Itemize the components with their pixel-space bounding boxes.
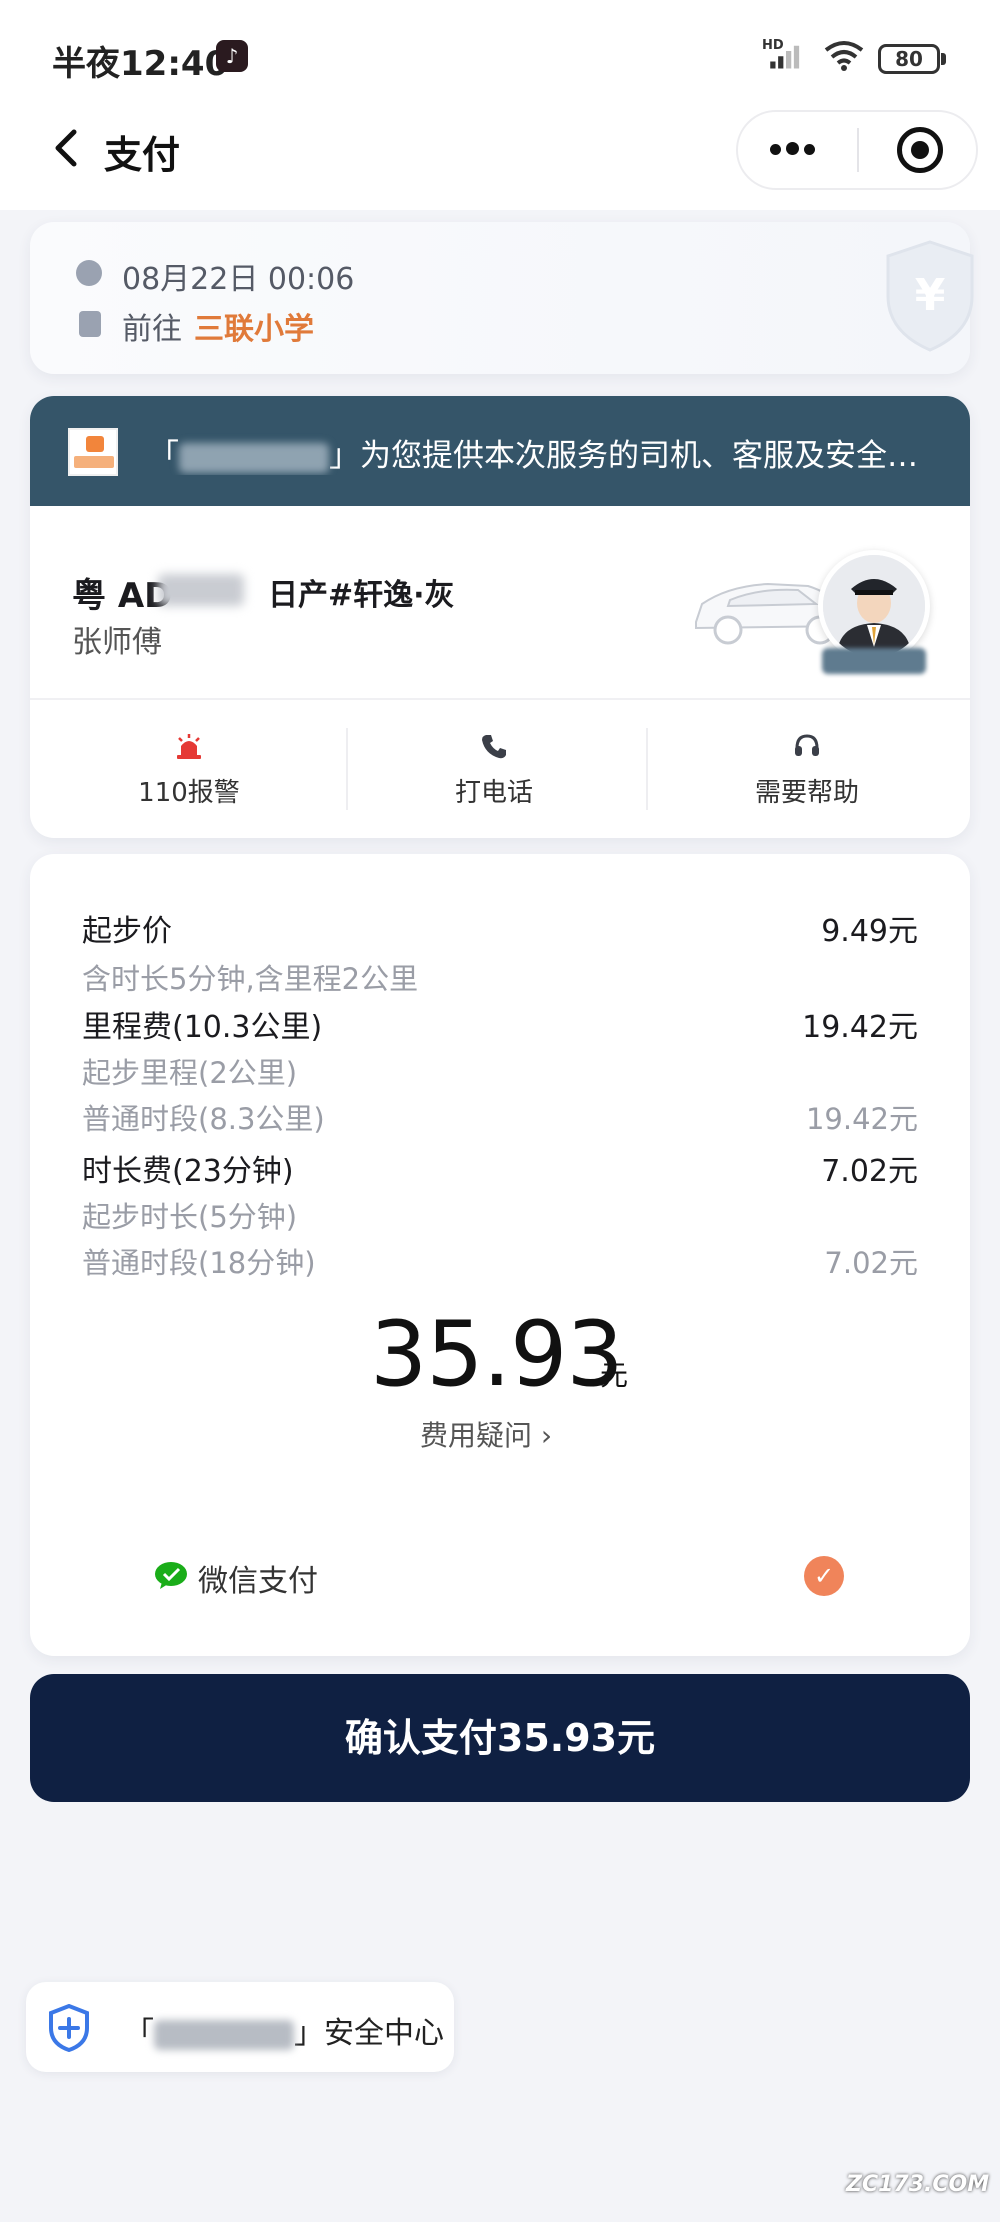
fee-item-label: 起步时长(5分钟) [82,1200,298,1234]
svg-text:¥: ¥ [915,270,946,321]
driver-avatar[interactable] [818,550,930,662]
alarm-button[interactable]: 110报警 [39,772,339,809]
provider-logo [68,428,118,476]
fee-item-label: 含时长5分钟,含里程2公里 [82,962,419,996]
safety-center-text: 」安全中心 [294,2016,444,2051]
blurred-provider-name [179,442,329,473]
fee-item-label: 起步价 [82,914,172,949]
call-button[interactable]: 打电话 [344,772,644,809]
fee-item-label: 里程费(10.3公里) [82,1010,323,1045]
fee-item-value: 7.02元 [821,1154,918,1189]
driver-name: 张师傅 [72,625,162,660]
payment-method-label[interactable]: 微信支付 [198,1556,318,1600]
status-time: 半夜12:40 [52,44,229,84]
blurred-plate-number [158,574,244,606]
trip-destination-label: 前往 [122,312,182,347]
back-icon[interactable] [50,128,84,168]
trip-time: 08月22日 00:06 [122,262,355,297]
fee-item-label: 普通时段(8.3公里) [82,1102,325,1136]
page-title: 支付 [104,133,181,177]
action-divider [646,728,648,810]
fee-item-value: 7.02元 [824,1246,918,1280]
more-icon[interactable] [770,140,822,160]
payment-selected-checkbox[interactable]: ✓ [804,1556,844,1596]
fee-question-link[interactable]: 费用疑问 › [420,1414,552,1454]
fee-item-value: 19.42元 [802,1010,918,1045]
confirm-pay-button[interactable]: 确认支付35.93元 [30,1674,970,1802]
shield-plus-icon [49,2004,89,2052]
wifi-icon [824,41,864,71]
help-button[interactable]: 需要帮助 [657,772,957,809]
blurred-provider-name [154,2019,294,2050]
alarm-icon[interactable] [175,732,203,760]
tiktok-icon: ♪ [216,40,248,72]
watermark: ZC173.COM [846,2172,990,2197]
fee-item-value: 19.42元 [805,1102,918,1136]
banner-description: 」为您提供本次服务的司机、客服及安全… [329,438,918,474]
total-unit: 元 [600,1359,629,1392]
fee-item-value: 9.49元 [821,914,918,949]
wechat-pay-icon [155,1562,187,1589]
destination-icon [79,311,101,337]
total-amount: 35.93 [370,1302,624,1407]
fee-item-label: 起步里程(2公里) [82,1056,298,1090]
capsule-divider [857,128,859,172]
safety-bracket-open: 「 [124,2016,154,2051]
battery-tip [941,53,946,65]
trip-destination[interactable]: 三联小学 [194,304,314,348]
battery-icon: 80 [878,44,940,74]
close-miniprogram-dot [911,141,929,159]
yuan-shield-icon: ¥ [886,240,974,352]
phone-icon[interactable] [480,732,508,760]
card-divider [30,698,970,700]
blurred-driver-tag [822,648,926,674]
signal-icon [770,45,800,69]
clock-icon [76,260,102,286]
headset-icon[interactable] [793,732,821,760]
banner-bracket-open: 「 [148,438,179,474]
driver-avatar-illustration [823,555,925,657]
car-model: 日产#轩逸·灰 [268,578,455,613]
safety-center-label: 「 」安全中心 [124,2008,444,2052]
trip-info-card [30,222,970,374]
fee-item-label: 时长费(23分钟) [82,1154,294,1189]
fee-item-label: 普通时段(18分钟) [82,1246,316,1280]
provider-banner-text: 「 」为您提供本次服务的司机、客服及安全… [148,430,948,475]
